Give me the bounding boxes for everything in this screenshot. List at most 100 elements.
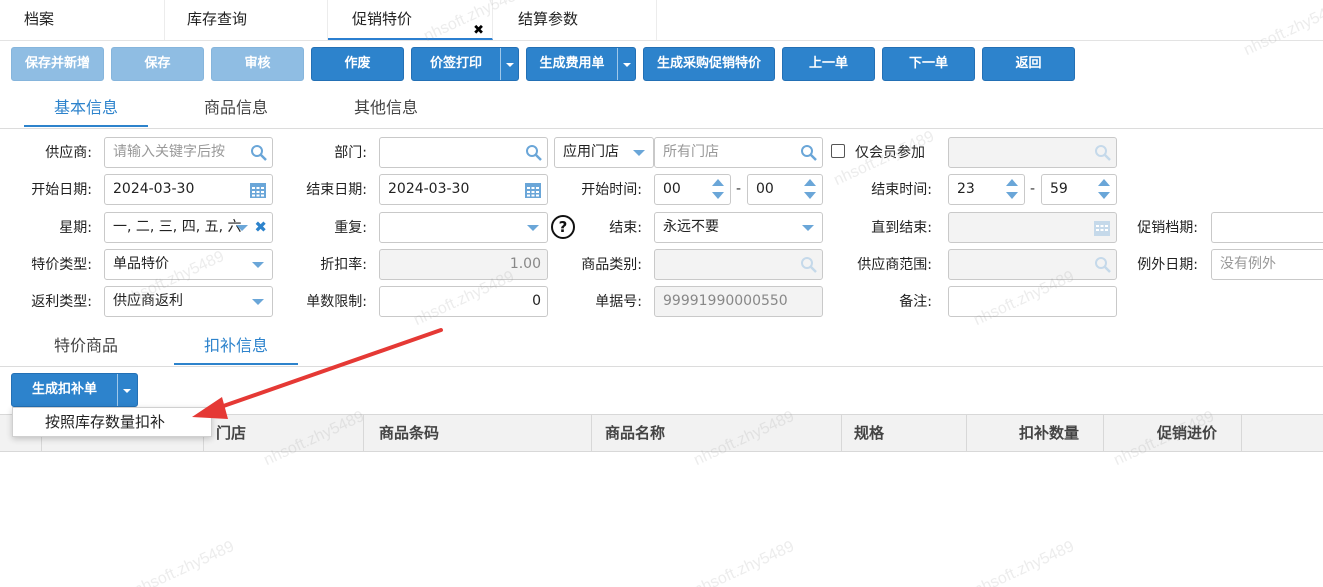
save-button[interactable]: 保存 bbox=[111, 47, 204, 81]
tab-product-info[interactable]: 商品信息 bbox=[174, 93, 298, 127]
price-tag-print-label: 价签打印 bbox=[429, 56, 482, 71]
top-tab-settlement-params[interactable]: 结算参数 bbox=[493, 0, 657, 40]
watermark: nhsoft.zhy5489 bbox=[691, 537, 797, 587]
close-icon[interactable]: ✖ bbox=[473, 12, 484, 50]
tab-promo-products[interactable]: 特价商品 bbox=[24, 331, 148, 365]
void-button[interactable]: 作废 bbox=[311, 47, 404, 81]
chevron-down-icon bbox=[802, 225, 814, 231]
search-icon[interactable] bbox=[525, 144, 543, 162]
discount-input[interactable]: 1.00 bbox=[379, 249, 548, 280]
top-tab-archive[interactable]: 档案 bbox=[0, 0, 165, 40]
gen-expense-label: 生成费用单 bbox=[539, 56, 605, 71]
promo-level-label: 促销档期: bbox=[1137, 220, 1198, 236]
back-button[interactable]: 返回 bbox=[982, 47, 1075, 81]
search-icon bbox=[1095, 145, 1111, 161]
search-icon[interactable] bbox=[250, 144, 268, 162]
chevron-down-icon bbox=[252, 262, 264, 268]
rebate-type-label: 返利类型: bbox=[31, 294, 92, 310]
gen-deduction-button[interactable]: 生成扣补单 bbox=[11, 373, 138, 407]
exception-date-placeholder: 没有例外 bbox=[1220, 256, 1276, 272]
calendar-icon[interactable] bbox=[249, 181, 267, 199]
end-date-input[interactable]: 2024-03-30 bbox=[379, 174, 548, 205]
supplier-input[interactable]: 请输入关键字后按 bbox=[104, 137, 273, 168]
rebate-type-select[interactable]: 供应商返利 bbox=[104, 286, 273, 317]
grid-header-spec[interactable]: 规格 bbox=[842, 415, 967, 452]
supplier-range-input[interactable] bbox=[948, 249, 1117, 280]
grid-header-product-name[interactable]: 商品名称 bbox=[592, 415, 842, 452]
audit-button[interactable]: 审核 bbox=[211, 47, 304, 81]
grid-header-deduct-qty[interactable]: 扣补数量 bbox=[967, 415, 1104, 452]
tab-deduction-info[interactable]: 扣补信息 bbox=[174, 331, 298, 365]
end-hour-input[interactable]: 23 bbox=[948, 174, 1025, 205]
repeat-select[interactable] bbox=[379, 212, 548, 243]
end-hour-value: 23 bbox=[957, 181, 975, 197]
watermark: nhsoft.zhy5489 bbox=[131, 537, 237, 587]
top-tab-bar: 档案 库存查询 促销特价 ✖ 结算参数 bbox=[0, 0, 1323, 41]
tab-other-info[interactable]: 其他信息 bbox=[324, 93, 448, 127]
end-minute-input[interactable]: 59 bbox=[1041, 174, 1117, 205]
apply-store-select[interactable]: 应用门店 bbox=[554, 137, 654, 168]
calendar-icon bbox=[1094, 221, 1110, 236]
end-minute-value: 59 bbox=[1050, 181, 1068, 197]
top-tab-inventory-query[interactable]: 库存查询 bbox=[165, 0, 328, 40]
chevron-down-icon[interactable] bbox=[617, 48, 635, 80]
price-type-select[interactable]: 单品特价 bbox=[104, 249, 273, 280]
discount-label: 折扣率: bbox=[320, 257, 367, 273]
remark-input[interactable] bbox=[948, 286, 1117, 317]
save-and-new-button[interactable]: 保存并新增 bbox=[11, 47, 104, 81]
until-end-input[interactable] bbox=[948, 212, 1117, 243]
gen-expense-button[interactable]: 生成费用单 bbox=[526, 47, 636, 81]
start-date-input[interactable]: 2024-03-30 bbox=[104, 174, 273, 205]
spinner-icon[interactable] bbox=[710, 177, 726, 202]
spinner-icon[interactable] bbox=[802, 177, 818, 202]
rebate-type-value: 供应商返利 bbox=[113, 293, 183, 309]
supplier-placeholder: 请输入关键字后按 bbox=[113, 144, 225, 160]
category-label: 商品类别: bbox=[581, 257, 642, 273]
top-tab-promo-price-label: 促销特价 bbox=[352, 10, 413, 28]
calendar-icon[interactable] bbox=[524, 181, 542, 199]
start-date-label: 开始日期: bbox=[31, 182, 92, 198]
spinner-icon[interactable] bbox=[1004, 177, 1020, 202]
grid-header-barcode[interactable]: 商品条码 bbox=[364, 415, 592, 452]
member-only-label: 仅会员参加 bbox=[855, 145, 925, 161]
clear-icon[interactable]: ✖ bbox=[254, 213, 267, 242]
dept-input[interactable] bbox=[379, 137, 548, 168]
menu-item-deduct-by-stock[interactable]: 按照库存数量扣补 bbox=[13, 408, 211, 436]
repeat-label: 重复: bbox=[334, 220, 367, 236]
help-icon[interactable]: ? bbox=[551, 215, 575, 239]
grid-header-store[interactable]: 门店 bbox=[204, 415, 364, 452]
gen-purchase-promo-button[interactable]: 生成采购促销特价 bbox=[643, 47, 775, 81]
top-tab-promo-price[interactable]: 促销特价 ✖ bbox=[328, 0, 493, 40]
category-input[interactable] bbox=[654, 249, 823, 280]
detail-tab-bar: 特价商品 扣补信息 bbox=[0, 331, 1323, 367]
promo-level-input[interactable] bbox=[1211, 212, 1323, 243]
start-time-label: 开始时间: bbox=[581, 182, 642, 198]
grid-header-promo-cost[interactable]: 促销进价 bbox=[1104, 415, 1242, 452]
weekday-value: 一, 二, 三, 四, 五, 六 bbox=[113, 219, 242, 235]
search-icon[interactable] bbox=[800, 144, 818, 162]
start-minute-value: 00 bbox=[756, 181, 774, 197]
member-level-input[interactable] bbox=[948, 137, 1117, 168]
stores-input[interactable]: 所有门店 bbox=[654, 137, 823, 168]
start-minute-input[interactable]: 00 bbox=[747, 174, 823, 205]
chevron-down-icon[interactable] bbox=[117, 374, 137, 406]
prev-button[interactable]: 上一单 bbox=[782, 47, 875, 81]
chevron-down-icon bbox=[236, 225, 248, 231]
start-hour-input[interactable]: 00 bbox=[654, 174, 731, 205]
chevron-down-icon[interactable] bbox=[500, 48, 518, 80]
qty-limit-label: 单数限制: bbox=[306, 294, 367, 310]
price-tag-print-button[interactable]: 价签打印 bbox=[411, 47, 519, 81]
form-tab-bar: 基本信息 商品信息 其他信息 bbox=[0, 93, 1323, 129]
member-only-checkbox[interactable] bbox=[831, 144, 845, 158]
spinner-icon[interactable] bbox=[1096, 177, 1112, 202]
weekday-select[interactable]: 一, 二, 三, 四, 五, 六 ✖ bbox=[104, 212, 273, 243]
tab-basic-info[interactable]: 基本信息 bbox=[24, 93, 148, 127]
exception-date-input[interactable]: 没有例外 bbox=[1211, 249, 1323, 280]
next-button[interactable]: 下一单 bbox=[882, 47, 975, 81]
qty-limit-input[interactable]: 0 bbox=[379, 286, 548, 317]
end-select[interactable]: 永远不要 bbox=[654, 212, 823, 243]
weekday-label: 星期: bbox=[59, 220, 92, 236]
chevron-down-icon bbox=[252, 299, 264, 305]
dept-label: 部门: bbox=[334, 145, 367, 161]
end-label: 结束: bbox=[609, 220, 642, 236]
